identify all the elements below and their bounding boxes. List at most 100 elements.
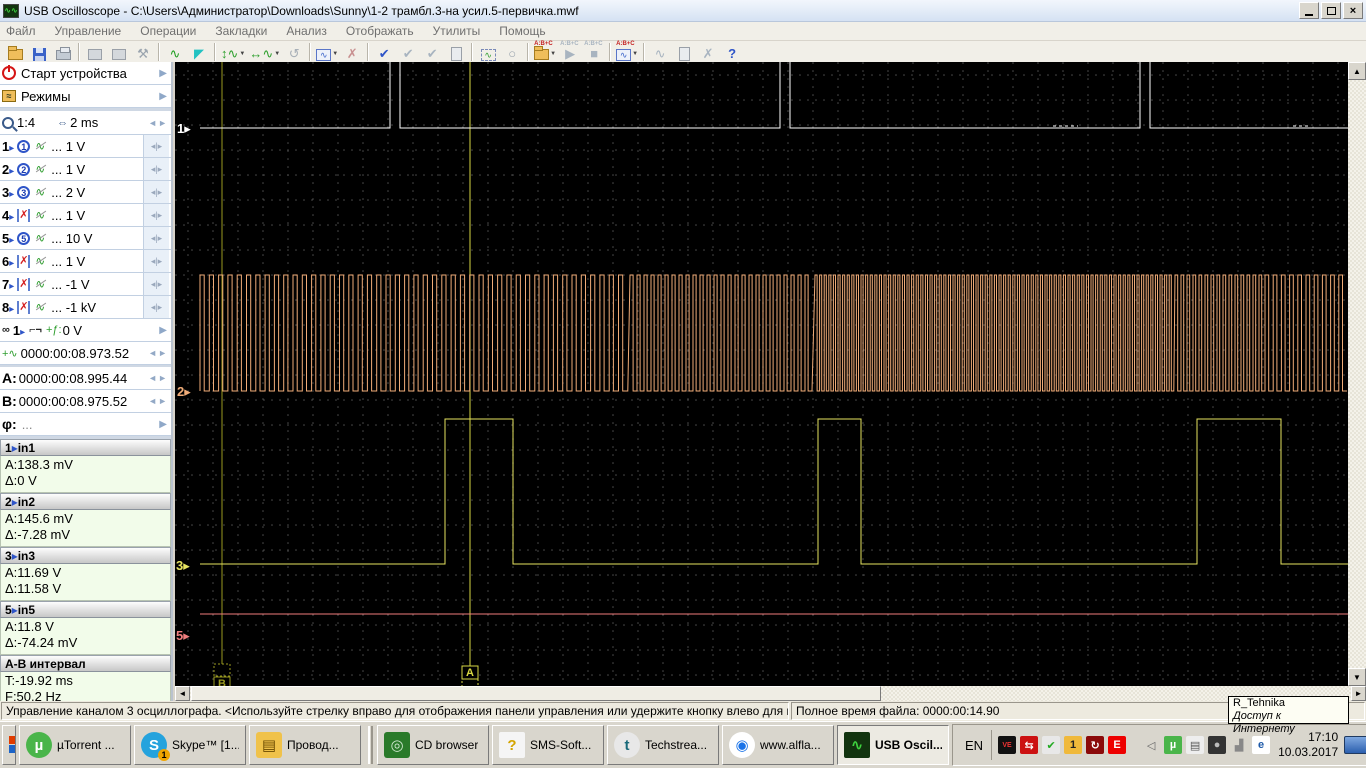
menu-item-1[interactable]: Файл [6,24,36,38]
tray-e-icon[interactable]: E [1108,736,1126,754]
channel-adjust-arrows[interactable]: ◂|▸ [143,204,169,226]
channel-1-row[interactable]: 1▸1∿... 1 V◂|▸ [0,135,171,158]
channel-wave-icon[interactable]: ∿ [33,300,47,314]
adjust-arrows-icon[interactable]: ◄► [148,373,168,383]
channel-range-label[interactable]: ... 2 V [51,185,143,200]
script-window-button[interactable]: ∿A:B+C▼ [615,42,639,62]
undo-button[interactable]: ↺ [283,42,305,62]
channel-wave-icon[interactable]: ∿ [33,231,47,245]
channel-range-label[interactable]: ... -1 V [51,277,143,292]
tray-volume-icon[interactable]: ◁ [1142,736,1160,754]
zoom-fragment-button[interactable]: ○ [501,42,523,62]
menu-item-5[interactable]: Анализ [286,24,327,38]
show-desktop-icon[interactable] [1344,736,1366,754]
channel-adjust-arrows[interactable]: ◂|▸ [143,296,169,318]
delete-report-button[interactable]: ✗ [697,42,719,62]
help-button[interactable]: ? [721,42,743,62]
tray-utorrent-icon[interactable]: µ [1164,736,1182,754]
modes-button[interactable]: ≈ Режимы ▶ [0,85,171,108]
channel-zero-label-3[interactable]: 3▸ [176,558,190,573]
save-file-button[interactable] [28,42,50,62]
channel-enabled-icon[interactable]: 5 [17,232,30,245]
zoom-horizontal-button[interactable]: ↔∿▼ [248,42,281,62]
horizontal-scrollbar[interactable]: ◄ ► [175,686,1366,701]
language-indicator[interactable]: EN [957,738,991,753]
channel-zero-label-2[interactable]: 2▸ [177,384,191,399]
taskbar-button-chrome[interactable]: ◉www.alfla... [722,725,834,765]
settings-hammer-button[interactable]: ⚒ [132,42,154,62]
taskbar-button-skype[interactable]: S1Skype™ [1... [134,725,246,765]
script-run-button[interactable]: ▶A:B+C [559,42,581,62]
channel-6-row[interactable]: 6▸✗∿... 1 V◂|▸ [0,250,171,273]
tray-usb-icon[interactable]: ✔ [1042,736,1060,754]
expand-arrow-icon[interactable]: ▶ [159,419,167,430]
taskbar-button-sms[interactable]: ?SMS-Soft... [492,725,604,765]
timebase-value[interactable]: 2 ms [70,115,148,130]
channel-range-label[interactable]: ... 1 V [51,139,143,154]
tray-download-icon[interactable]: ↻ [1086,736,1104,754]
delete-fragment-button[interactable]: ✗ [341,42,363,62]
marker-a-time[interactable]: 0000:00:08.995.44 [19,371,148,386]
menu-item-2[interactable]: Управление [55,24,122,38]
channel-wave-icon[interactable]: ∿ [33,162,47,176]
channel-7-row[interactable]: 7▸✗∿... -1 V◂|▸ [0,273,171,296]
script-stop-button[interactable]: ■A:B+C [583,42,605,62]
trigger-row[interactable]: ∞ 1▸ ⌐¬ +ƒ: 0 V ▶ [0,319,171,342]
adjust-arrows-icon[interactable]: ◄► [148,348,168,358]
accept-all-button[interactable]: ✔ [397,42,419,62]
measure-header-in1[interactable]: 1▸in1 [0,439,171,456]
taskbar-button-cd[interactable]: ◎CD browser [377,725,489,765]
taskbar-button-tech[interactable]: tTechstrea... [607,725,719,765]
report-button[interactable] [445,42,467,62]
channel-adjust-arrows[interactable]: ◂|▸ [143,250,169,272]
tray-snagit-icon[interactable]: ● [1208,736,1226,754]
channel-zero-label-4[interactable]: 5▸ [176,628,190,643]
position-row[interactable]: +∿ 0000:00:08.973.52 ◄► [0,342,171,365]
zoom-vertical-dropdown-icon[interactable]: ▼ [239,46,245,62]
taskbar-button-explorer[interactable]: ▤Провод... [249,725,361,765]
adjust-arrows-icon[interactable]: ◄► [148,118,168,128]
trigger-level[interactable]: 0 V [63,323,160,338]
script-open-button[interactable]: A:B+C▼ [533,42,557,62]
scroll-up-icon[interactable]: ▲ [1348,62,1366,80]
menu-item-3[interactable]: Операции [140,24,196,38]
channel-adjust-arrows[interactable]: ◂|▸ [143,158,169,180]
open-file-button[interactable] [4,42,26,62]
taskbar-button-scope[interactable]: ∿USB Oscil... [837,725,949,765]
channel-zero-label-1[interactable]: 1▸ [177,121,191,136]
marker-b-row[interactable]: B: 0000:00:08.975.52 ◄► [0,390,171,413]
channel-enabled-icon[interactable]: 2 [17,163,30,176]
channel-3-row[interactable]: 3▸3∿... 2 V◂|▸ [0,181,171,204]
zoom-vertical-button[interactable]: ↕∿▼ [220,42,246,62]
channel-enabled-icon[interactable]: 1 [17,140,30,153]
channel-disabled-icon[interactable]: ✗ [17,278,30,291]
menu-item-8[interactable]: Помощь [499,24,545,38]
chart-window-button[interactable]: ∿▼ [315,42,339,62]
measure-header-A-B интервал[interactable]: A-B интервал [0,655,171,672]
minimize-button[interactable] [1299,2,1319,19]
zoom-timebase-row[interactable]: 1:4 ⇔ 2 ms ◄► [0,111,171,135]
channel-range-label[interactable]: ... 1 V [51,162,143,177]
vertical-scrollbar[interactable]: ▲ ▼ [1348,62,1366,686]
channel-enabled-icon[interactable]: 3 [17,186,30,199]
cursor-tool-button[interactable]: ◤ [188,42,210,62]
channel-adjust-arrows[interactable]: ◂|▸ [143,181,169,203]
copy-screen-2-button[interactable] [108,42,130,62]
marker-a-row[interactable]: A: 0000:00:08.995.44 ◄► [0,367,171,390]
menu-item-6[interactable]: Отображать [346,24,414,38]
measure-header-in5[interactable]: 5▸in5 [0,601,171,618]
scroll-down-icon[interactable]: ▼ [1348,668,1366,686]
channel-4-row[interactable]: 4▸✗∿... 1 V◂|▸ [0,204,171,227]
wave-report-button[interactable]: ∿ [649,42,671,62]
close-button[interactable]: × [1343,2,1363,19]
channel-range-label[interactable]: ... 10 V [51,231,143,246]
channel-range-label[interactable]: ... 1 V [51,208,143,223]
measure-header-in3[interactable]: 3▸in3 [0,547,171,564]
script-window-dropdown-icon[interactable]: ▼ [632,46,638,62]
channel-disabled-icon[interactable]: ✗ [17,209,30,222]
channel-adjust-arrows[interactable]: ◂|▸ [143,273,169,295]
tray-network-icon[interactable]: ▟ [1230,736,1248,754]
zoom-value[interactable]: 1:4 [17,115,35,130]
channel-disabled-icon[interactable]: ✗ [17,301,30,314]
channel-wave-icon[interactable]: ∿ [33,185,47,199]
